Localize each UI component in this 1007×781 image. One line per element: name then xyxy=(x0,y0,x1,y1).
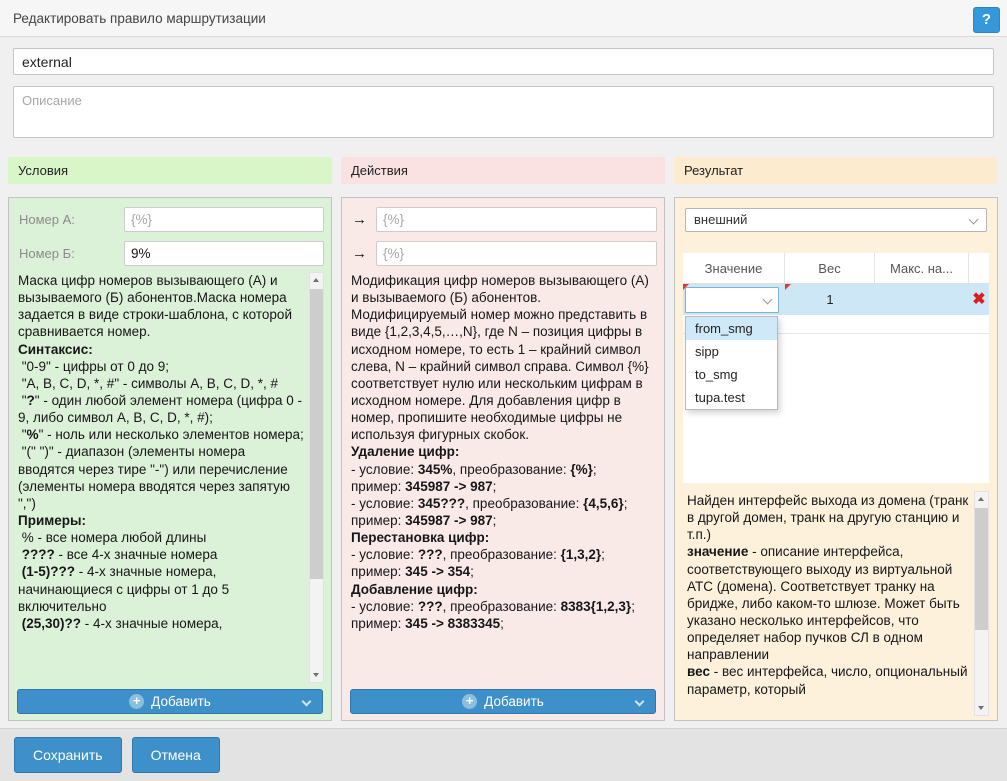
scroll-up-icon[interactable] xyxy=(310,273,323,288)
actions-help-text: Модификация цифр номеров вызывающего (А)… xyxy=(351,272,657,683)
scrollbar-thumb[interactable] xyxy=(310,289,323,579)
actions-add-button[interactable]: + Добавить xyxy=(350,689,656,714)
option-tupa-test[interactable]: tupa.test xyxy=(686,386,777,409)
rule-description-textarea[interactable] xyxy=(13,86,994,138)
rule-name-input[interactable] xyxy=(13,48,994,75)
weight-cell[interactable]: 1 xyxy=(785,284,875,315)
chevron-down-icon xyxy=(969,215,979,225)
conditions-add-label: Добавить xyxy=(151,694,211,709)
result-header: Результат xyxy=(674,157,998,184)
option-from-smg[interactable]: from_smg xyxy=(686,317,777,340)
help-button[interactable]: ? xyxy=(973,7,1000,33)
arrow-right-icon: → xyxy=(352,245,376,262)
result-table: Значение Вес Макс. на... 1 xyxy=(683,253,989,483)
actions-add-label: Добавить xyxy=(484,694,544,709)
save-button[interactable]: Сохранить xyxy=(14,737,122,773)
option-to-smg[interactable]: to_smg xyxy=(686,363,777,386)
result-help-scrollbar[interactable] xyxy=(974,491,989,716)
delete-cell: ✖ xyxy=(969,284,989,315)
question-icon: ? xyxy=(982,11,991,28)
scroll-down-icon[interactable] xyxy=(975,700,988,715)
column-header-max: Макс. на... xyxy=(875,253,969,283)
value-cell xyxy=(683,284,785,315)
x-icon: ✖ xyxy=(972,291,985,308)
direction-select-value: внешний xyxy=(694,212,747,227)
result-help-body: Найден интерфейс выхода из домена (транк… xyxy=(687,492,969,698)
result-help-text: Найден интерфейс выхода из домена (транк… xyxy=(683,491,989,716)
number-b-input[interactable] xyxy=(124,241,324,266)
actions-panel: → → Модификация цифр номеров вызывающего… xyxy=(341,197,665,721)
actions-header: Действия xyxy=(341,157,665,184)
number-b-row: Номер Б: xyxy=(19,241,324,266)
value-options-dropdown: from_smg sipp to_smg tupa.test xyxy=(685,316,778,410)
scrollbar-thumb[interactable] xyxy=(975,508,988,630)
weight-value: 1 xyxy=(826,292,833,307)
value-cell-select[interactable] xyxy=(685,287,779,313)
column-headers: Условия Действия Результат xyxy=(8,157,998,184)
action-a-input[interactable] xyxy=(376,207,657,232)
chevron-down-icon[interactable] xyxy=(302,697,312,707)
conditions-add-button[interactable]: + Добавить xyxy=(17,689,323,714)
number-a-input[interactable] xyxy=(124,207,324,232)
number-a-row: Номер А: xyxy=(19,207,324,232)
scroll-up-icon[interactable] xyxy=(975,492,988,507)
conditions-help-body: Маска цифр номеров вызывающего (А) и выз… xyxy=(18,272,305,632)
result-table-header: Значение Вес Макс. на... xyxy=(683,253,989,284)
conditions-help-scrollbar[interactable] xyxy=(309,272,324,683)
table-row[interactable]: 1 ✖ xyxy=(683,284,989,315)
cancel-button[interactable]: Отмена xyxy=(132,737,220,773)
arrow-right-icon: → xyxy=(352,211,376,228)
chevron-down-icon[interactable] xyxy=(635,697,645,707)
direction-select[interactable]: внешний xyxy=(685,208,987,232)
dialog-title: Редактировать правило маршрутизации xyxy=(13,11,266,26)
conditions-help-text: Маска цифр номеров вызывающего (А) и выз… xyxy=(18,272,324,683)
chevron-down-icon xyxy=(763,294,773,304)
result-panel: внешний Значение Вес Макс. на... 1 xyxy=(674,197,998,721)
footer: Сохранить Отмена xyxy=(0,728,1007,781)
action-b-input[interactable] xyxy=(376,241,657,266)
column-header-weight: Вес xyxy=(785,253,875,283)
conditions-header: Условия xyxy=(8,157,332,184)
column-header-actions xyxy=(969,253,989,283)
plus-icon: + xyxy=(462,694,477,709)
actions-help-body: Модификация цифр номеров вызывающего (А)… xyxy=(351,272,657,632)
number-b-label: Номер Б: xyxy=(19,246,124,261)
delete-row-button[interactable]: ✖ xyxy=(972,292,985,308)
panels: Номер А: Номер Б: Маска цифр номеров выз… xyxy=(8,197,998,721)
action-b-row: → xyxy=(352,241,657,266)
plus-icon: + xyxy=(129,694,144,709)
conditions-panel: Номер А: Номер Б: Маска цифр номеров выз… xyxy=(8,197,332,721)
number-a-label: Номер А: xyxy=(19,212,124,227)
max-load-cell[interactable] xyxy=(875,284,969,315)
option-sipp[interactable]: sipp xyxy=(686,340,777,363)
action-a-row: → xyxy=(352,207,657,232)
dialog-titlebar: Редактировать правило маршрутизации ? xyxy=(0,0,1007,37)
column-header-value: Значение xyxy=(683,253,785,283)
scroll-down-icon[interactable] xyxy=(310,667,323,682)
